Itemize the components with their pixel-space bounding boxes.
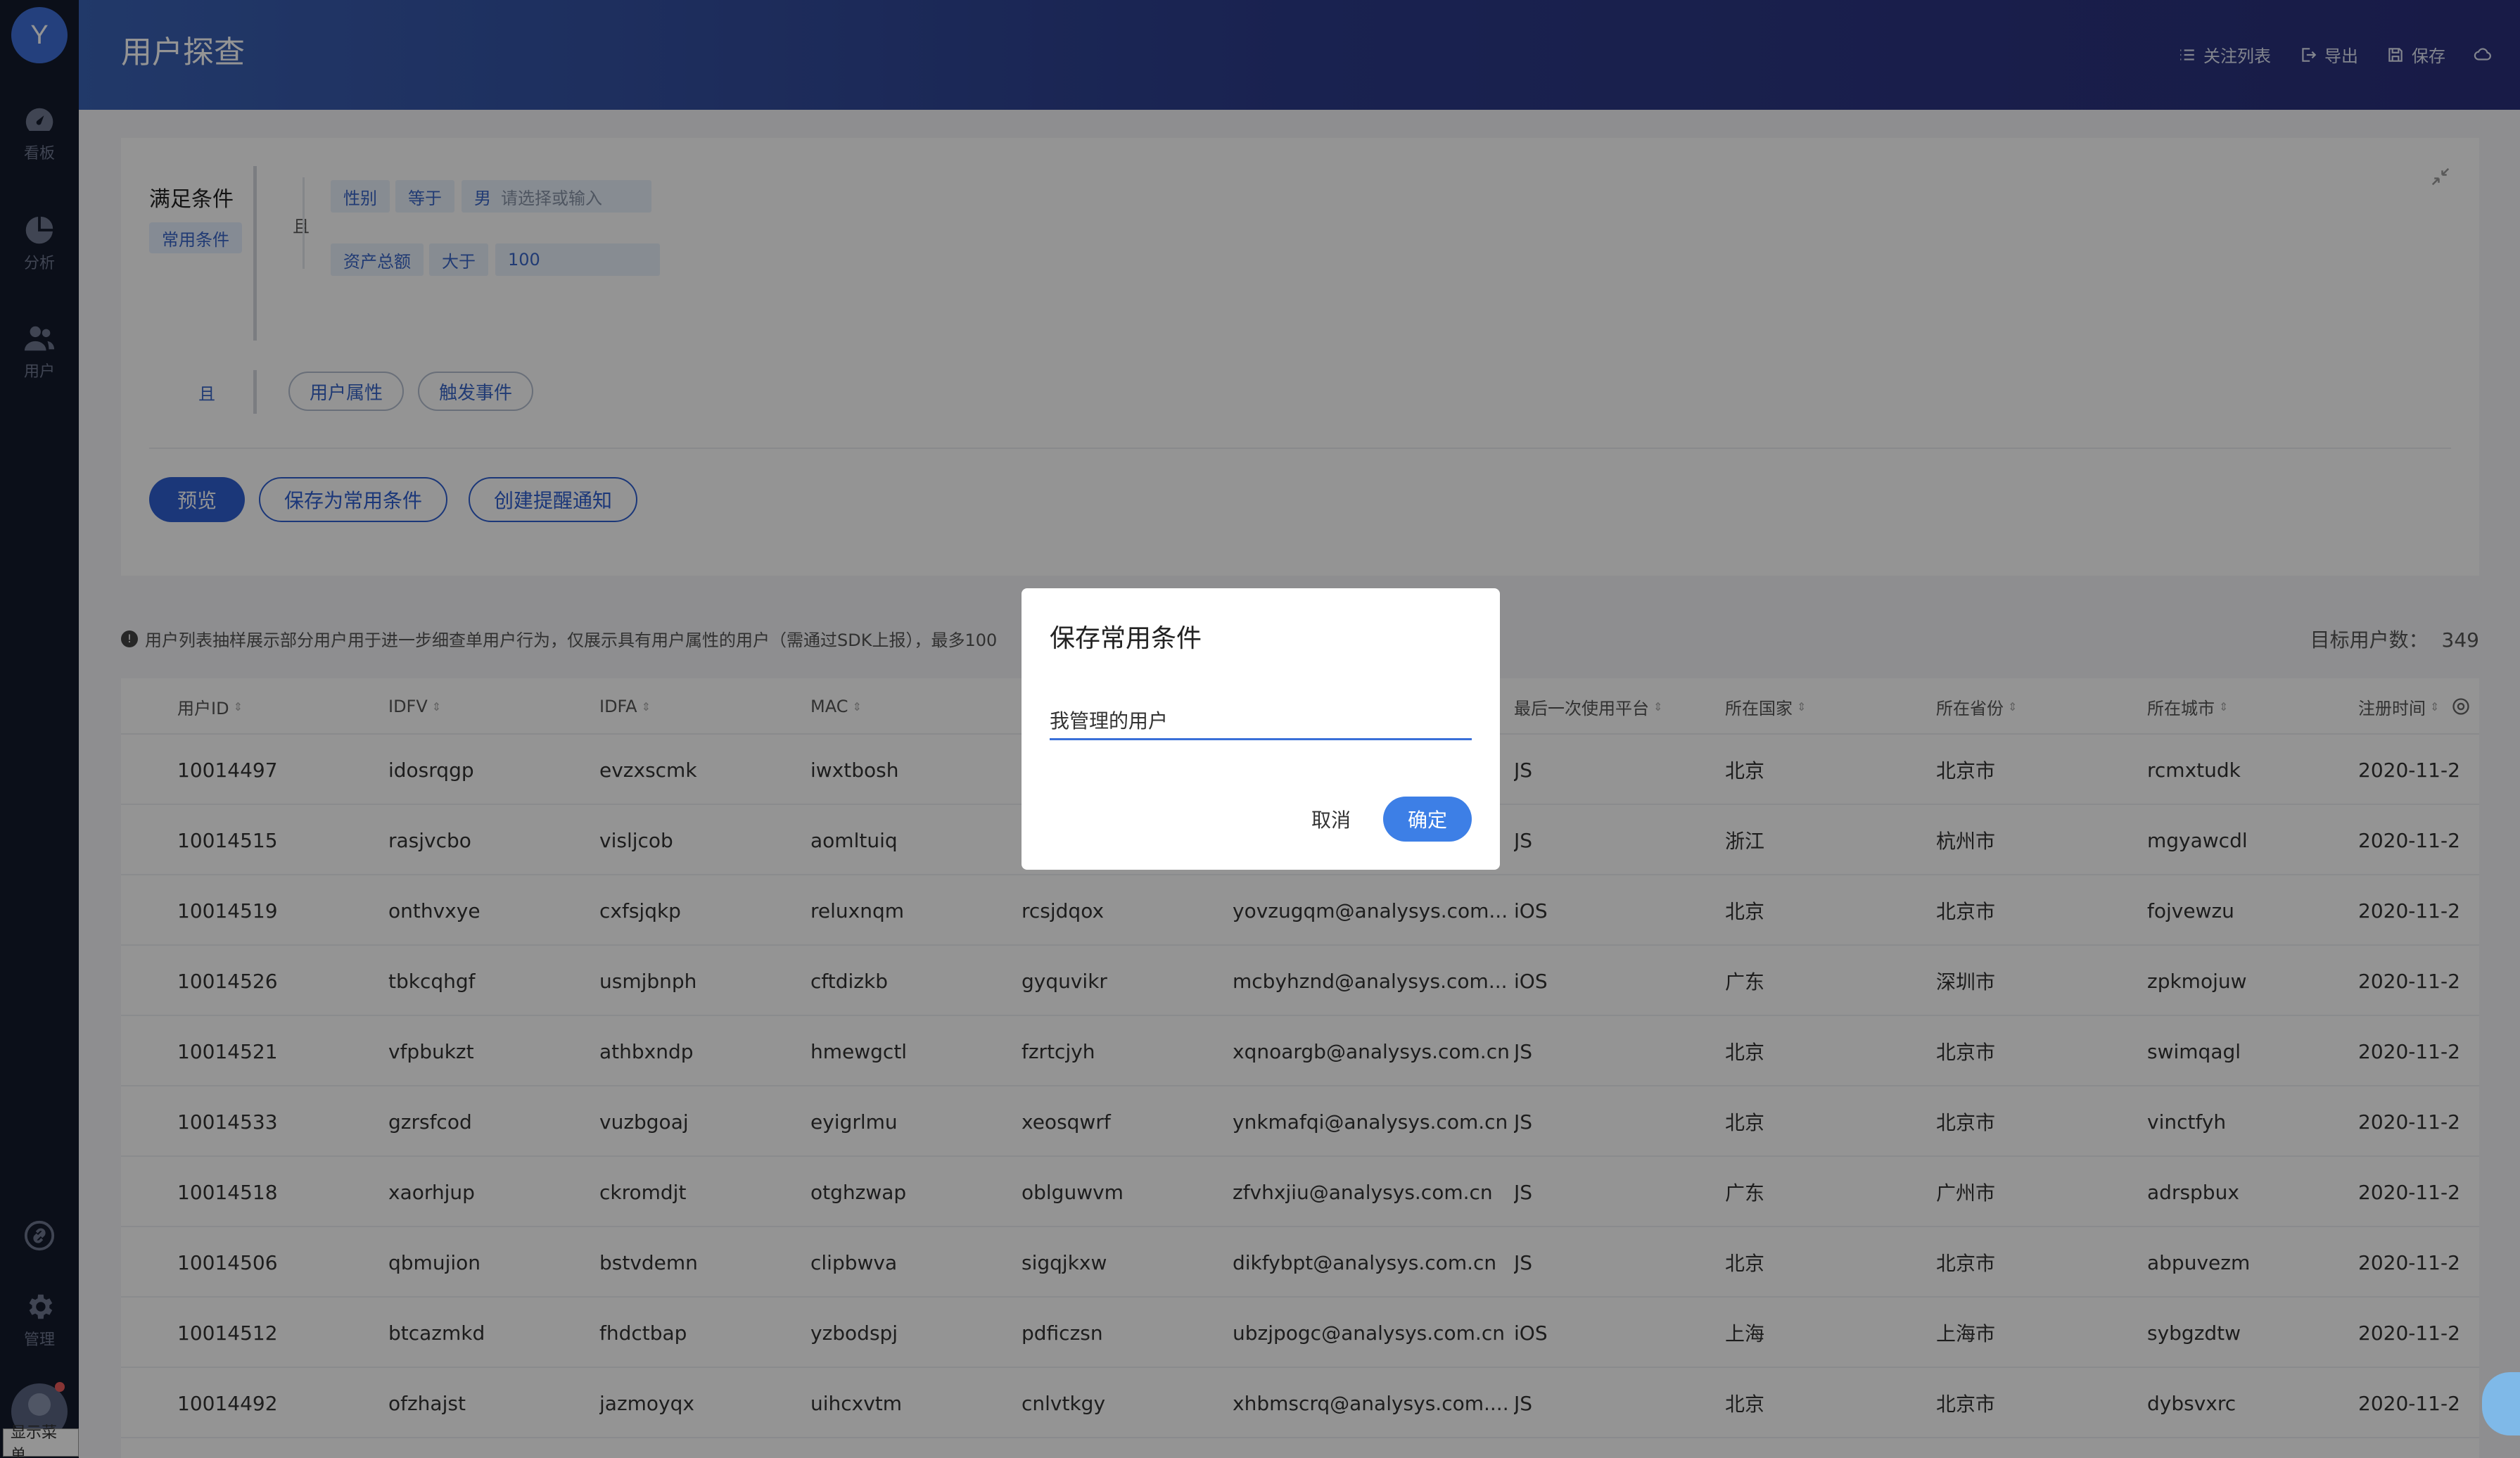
dialog-title: 保存常用条件 bbox=[1050, 624, 1202, 653]
condition-name-input[interactable] bbox=[1050, 701, 1472, 740]
save-common-dialog: 保存常用条件 取消 确定 bbox=[1022, 588, 1500, 870]
confirm-button[interactable]: 确定 bbox=[1383, 797, 1472, 842]
cancel-button[interactable]: 取消 bbox=[1302, 797, 1361, 842]
